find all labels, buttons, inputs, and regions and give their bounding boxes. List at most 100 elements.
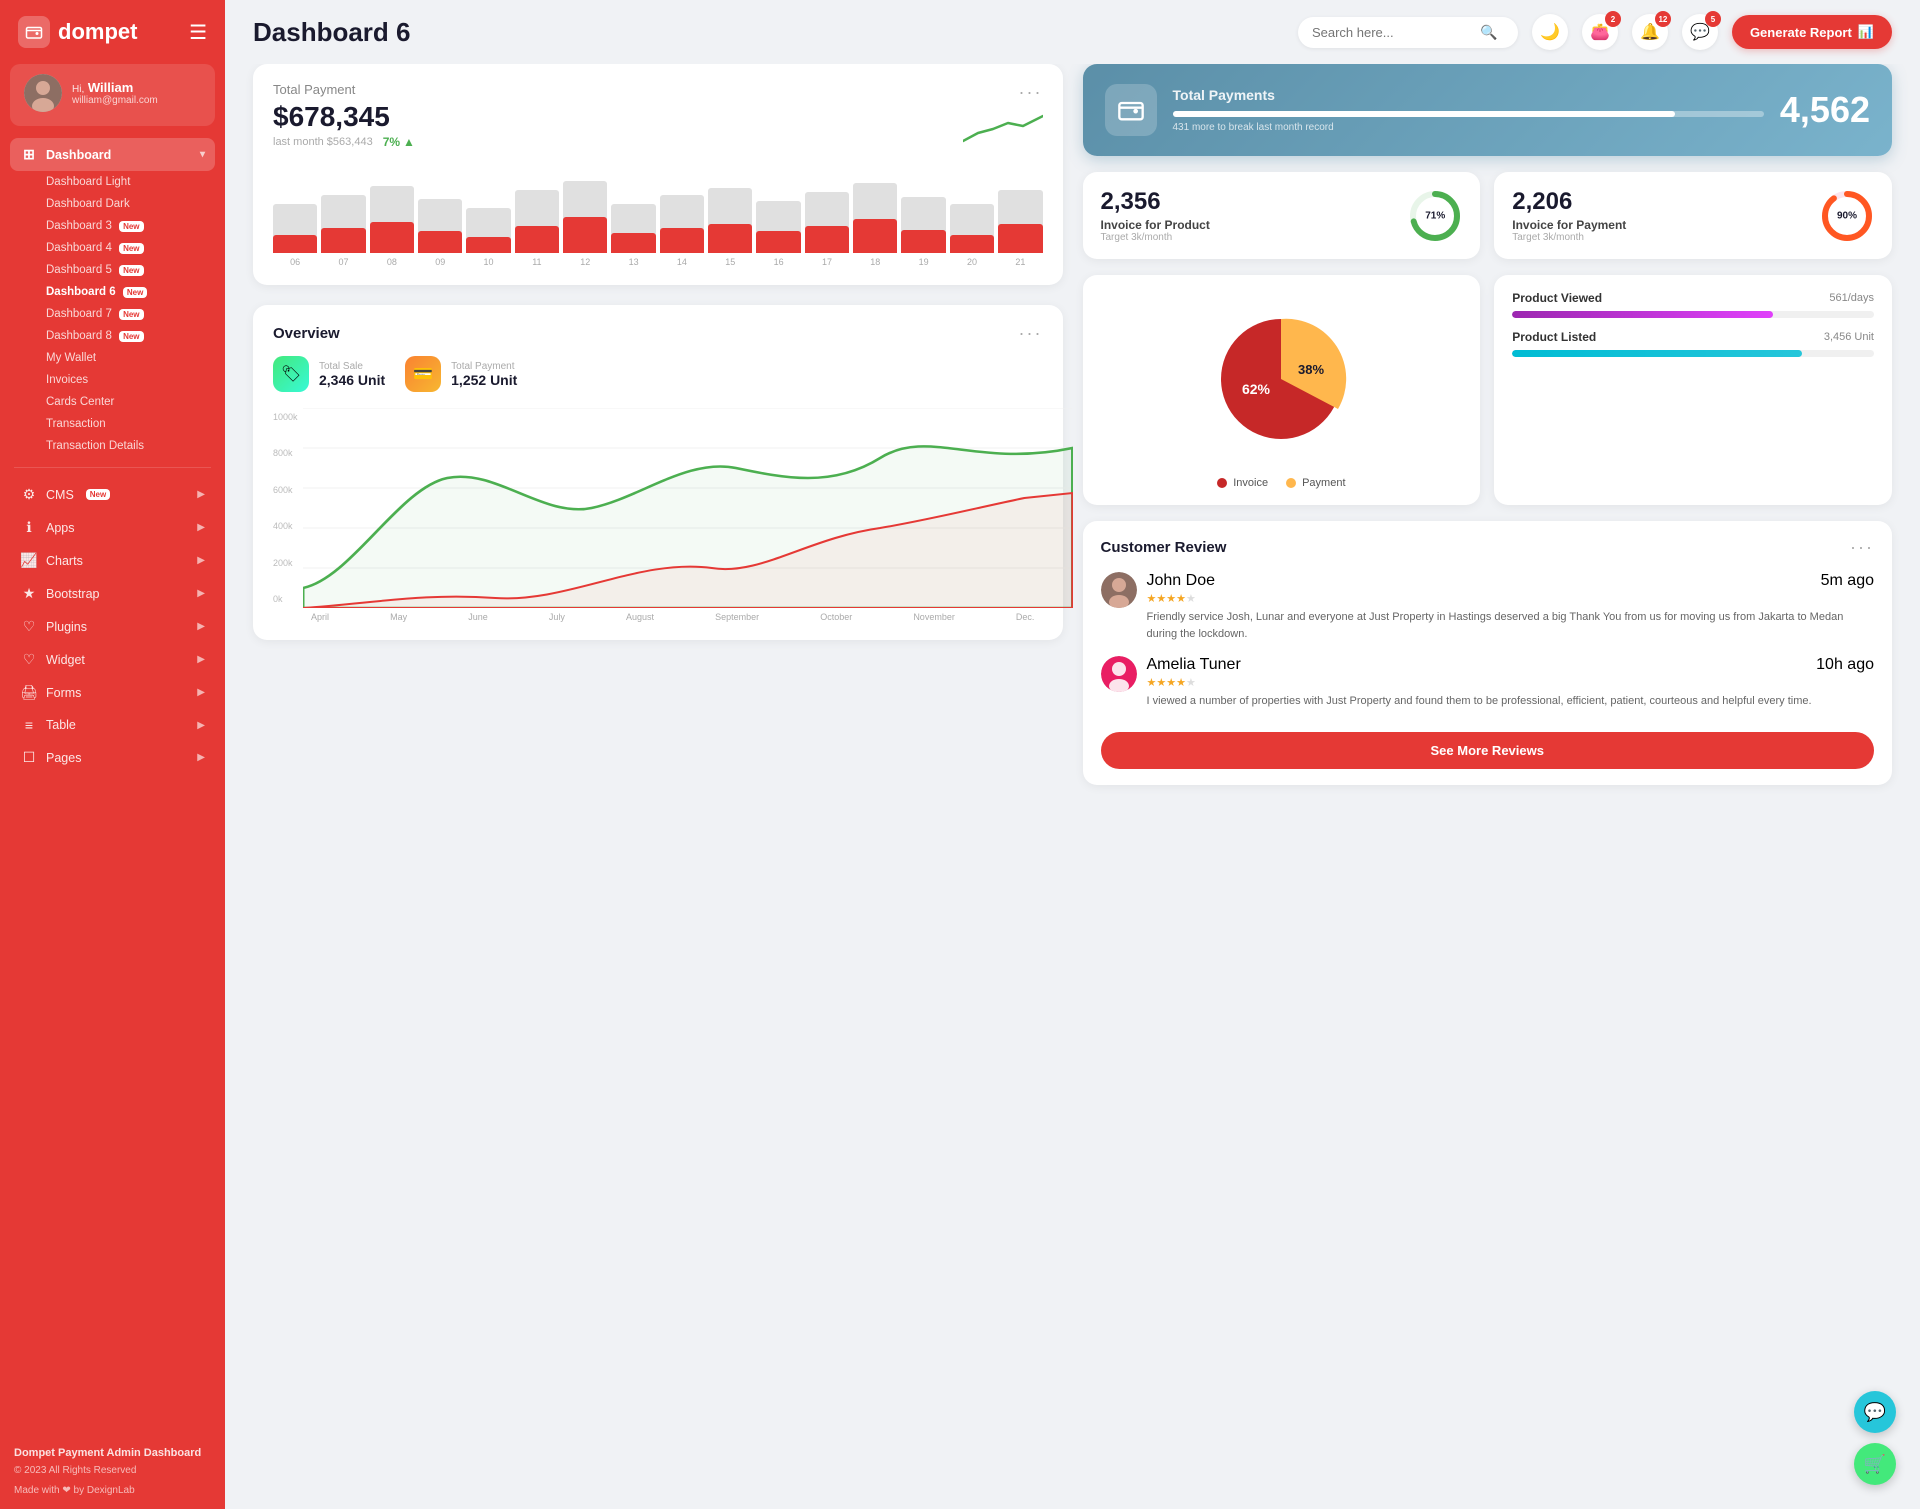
sidebar-item-dashboard-5[interactable]: Dashboard 5 New (10, 259, 215, 281)
theme-toggle-button[interactable]: 🌙 (1532, 14, 1568, 50)
sidebar-logo[interactable]: dompet (18, 16, 137, 48)
svg-text:62%: 62% (1242, 381, 1271, 397)
avatar (24, 74, 62, 112)
charts-icon: 📈 (20, 552, 38, 569)
bar-label: 10 (466, 257, 510, 267)
sidebar-item-dashboard-6[interactable]: Dashboard 6 New (10, 281, 215, 303)
left-column: Total Payment $678,345 last month $563,4… (253, 64, 1063, 1125)
divider (14, 467, 211, 468)
topbar: Dashboard 6 🔍 🌙 👛 2 🔔 12 💬 5 Generate Re… (225, 0, 1920, 64)
bar-chart (273, 165, 1043, 255)
total-payment-right: ··· (963, 82, 1043, 151)
trend-up-icon: ▲ (403, 135, 415, 149)
badge-new: New (119, 265, 143, 276)
nav-table[interactable]: ≡ Table ▶ (10, 709, 215, 741)
total-payments-progress-fill (1173, 111, 1676, 117)
total-sale-label: Total Sale (319, 361, 385, 372)
cart-float-button[interactable]: 🛒 (1854, 1443, 1896, 1485)
user-profile[interactable]: Hi, William william@gmail.com (10, 64, 215, 126)
total-payment-amount: $678,345 (273, 101, 415, 133)
bar-group (466, 163, 510, 253)
total-payments-info: Total Payments 431 more to break last mo… (1173, 87, 1764, 133)
made-with: Made with ❤ by DexignLab (14, 1483, 211, 1499)
reviewer-2-stars: ★★★★★ (1147, 676, 1875, 689)
sidebar-item-transaction-details[interactable]: Transaction Details (10, 435, 215, 457)
reviewer-1-text: Friendly service Josh, Lunar and everyon… (1147, 609, 1875, 642)
total-payment-sub: last month $563,443 7% ▲ (273, 135, 415, 149)
search-icon: 🔍 (1480, 24, 1497, 41)
invoice-product-label: Invoice for Product (1101, 218, 1395, 232)
sidebar-item-cards-center[interactable]: Cards Center (10, 391, 215, 413)
sidebar-item-invoices[interactable]: Invoices (10, 369, 215, 391)
notifications-button[interactable]: 🔔 12 (1632, 14, 1668, 50)
bar-group (370, 163, 414, 253)
nav-charts[interactable]: 📈 Charts ▶ (10, 544, 215, 577)
sidebar-item-dashboard-7[interactable]: Dashboard 7 New (10, 303, 215, 325)
sidebar-item-transaction[interactable]: Transaction (10, 413, 215, 435)
trend-badge: 7% ▲ (383, 135, 415, 149)
sidebar-header: dompet ☰ (0, 0, 225, 64)
total-sale-icon: 🏷 (273, 356, 309, 392)
support-float-button[interactable]: 💬 (1854, 1391, 1896, 1433)
see-more-reviews-button[interactable]: See More Reviews (1101, 732, 1875, 769)
nav-dashboard[interactable]: ⊞ Dashboard ▾ (10, 138, 215, 171)
bar-value (901, 230, 945, 253)
cms-icon: ⚙ (20, 486, 38, 503)
plugins-label: Plugins (46, 620, 87, 634)
reviewer-2-info: Amelia Tuner 10h ago ★★★★★ I viewed a nu… (1147, 656, 1875, 710)
nav-widget[interactable]: ♡ Widget ▶ (10, 643, 215, 676)
sidebar-item-my-wallet[interactable]: My Wallet (10, 347, 215, 369)
product-listed-value: 3,456 Unit (1824, 331, 1874, 343)
chevron-right-icon: ▶ (197, 588, 205, 599)
nav-apps[interactable]: ℹ Apps ▶ (10, 511, 215, 544)
nav-forms[interactable]: 🖨 Forms ▶ (10, 676, 215, 709)
right-column: Total Payments 431 more to break last mo… (1083, 64, 1893, 1125)
nav-bootstrap[interactable]: ★ Bootstrap ▶ (10, 577, 215, 610)
bar-value (321, 228, 365, 253)
reviewer-2-time: 10h ago (1816, 656, 1874, 674)
total-sale-stat: 🏷 Total Sale 2,346 Unit (273, 356, 385, 392)
pie-chart-svg: 62% 38% (1201, 299, 1361, 459)
table-label: Table (46, 718, 76, 732)
wallet-button[interactable]: 👛 2 (1582, 14, 1618, 50)
badge-new: New (119, 243, 143, 254)
hamburger-button[interactable]: ☰ (189, 20, 207, 45)
bar-value (805, 226, 849, 253)
wallet-badge: 2 (1605, 11, 1621, 27)
sidebar-item-dashboard-3[interactable]: Dashboard 3 New (10, 215, 215, 237)
sidebar-item-dashboard-dark[interactable]: Dashboard Dark (10, 193, 215, 215)
nav-plugins[interactable]: ♡ Plugins ▶ (10, 610, 215, 643)
bar-group (805, 163, 849, 253)
bar-group (998, 163, 1042, 253)
apps-label: Apps (46, 521, 75, 535)
overview-title: Overview (273, 325, 340, 342)
bar-label: 16 (756, 257, 800, 267)
reviewer-1-stars: ★★★★★ (1147, 592, 1875, 605)
overview-card: Overview ··· 🏷 Total Sale 2,346 Unit 💳 (253, 305, 1063, 640)
total-payment-label: Total Payment (273, 82, 415, 97)
sidebar-item-dashboard-8[interactable]: Dashboard 8 New (10, 325, 215, 347)
trend-pct: 7% (383, 135, 400, 149)
search-input[interactable] (1312, 25, 1472, 40)
review-more-options-button[interactable]: ··· (1850, 537, 1874, 558)
messages-button[interactable]: 💬 5 (1682, 14, 1718, 50)
bar-label: 15 (708, 257, 752, 267)
badge-new: New (123, 287, 147, 298)
overview-more-options-button[interactable]: ··· (1019, 323, 1043, 344)
apps-icon: ℹ (20, 519, 38, 536)
messages-badge: 5 (1705, 11, 1721, 27)
bar-group (756, 163, 800, 253)
sidebar-item-dashboard-light[interactable]: Dashboard Light (10, 171, 215, 193)
more-options-button[interactable]: ··· (1019, 82, 1043, 103)
generate-report-button[interactable]: Generate Report 📊 (1732, 15, 1892, 49)
invoice-row: 2,356 Invoice for Product Target 3k/mont… (1083, 172, 1893, 259)
main-content: Dashboard 6 🔍 🌙 👛 2 🔔 12 💬 5 Generate Re… (225, 0, 1920, 1509)
notifications-badge: 12 (1655, 11, 1671, 27)
chevron-right-icon: ▶ (197, 654, 205, 665)
invoice-payment-target: Target 3k/month (1512, 232, 1806, 243)
nav-cms[interactable]: ⚙ CMS New ▶ (10, 478, 215, 511)
sidebar: dompet ☰ Hi, William william@gmail.com ⊞… (0, 0, 225, 1509)
nav-pages[interactable]: ☐ Pages ▶ (10, 741, 215, 774)
generate-report-label: Generate Report (1750, 25, 1852, 40)
sidebar-item-dashboard-4[interactable]: Dashboard 4 New (10, 237, 215, 259)
